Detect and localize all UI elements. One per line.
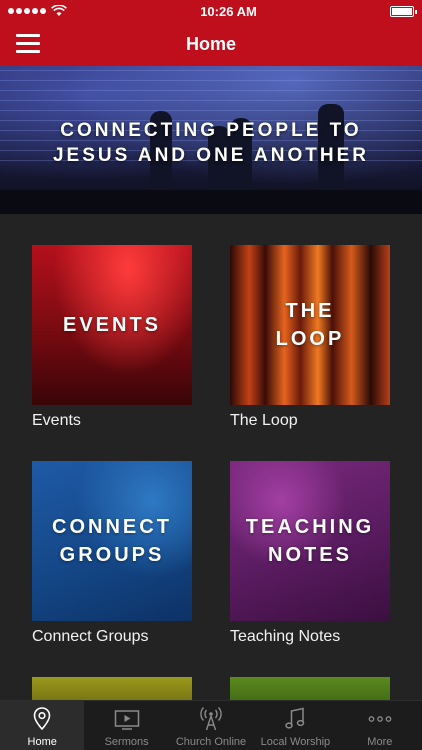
teaching-notes-tile[interactable]: TEACHING NOTES [230,461,390,621]
connect-groups-tile[interactable]: CONNECT GROUPS [32,461,192,621]
tab-church-online-label: Church Online [175,736,247,748]
navigation-bar: Home [0,22,422,66]
more-dots-icon [368,716,392,722]
hero-tagline-line-1: CONNECTING PEOPLE TO [60,120,362,141]
tab-local-worship-label: Local Worship [260,736,331,748]
tab-bar: Home Sermons Church Online Local Worship [0,700,422,750]
broadcast-tower-icon [200,707,222,731]
page-title: Home [185,33,236,54]
wifi-icon [51,5,67,16]
events-caption[interactable]: Events [32,412,81,430]
events-tile-title-line: EVENTS [62,314,162,336]
tab-more[interactable]: More [338,701,422,750]
connect-groups-tile-title-line: CONNECT [52,516,172,538]
map-pin-icon [33,707,51,731]
tab-sermons-label: Sermons [104,736,149,748]
tv-icon [114,710,139,730]
battery-icon [389,5,417,17]
tab-sermons[interactable]: Sermons [84,701,168,750]
tab-more-label: More [367,736,393,748]
the-loop-tile-title: THE LOOP [276,297,345,353]
status-bar: 10:26 AM [0,0,422,22]
hero-tagline: CONNECTING PEOPLE TO JESUS AND ONE ANOTH… [0,118,422,168]
tab-home-label: Home [27,736,57,748]
teaching-notes-tile-title-line: TEACHING [245,516,375,538]
music-note-icon [285,707,305,729]
the-loop-caption[interactable]: The Loop [230,412,298,430]
connect-groups-caption[interactable]: Connect Groups [32,628,149,646]
hero-banner[interactable]: CONNECTING PEOPLE TO JESUS AND ONE ANOTH… [0,66,422,214]
the-loop-tile-title-line: THE [285,300,335,322]
teaching-notes-tile-title: TEACHING NOTES [246,513,374,569]
connect-groups-tile-title: CONNECT GROUPS [52,513,172,569]
the-loop-tile[interactable]: THE LOOP [230,245,390,405]
teaching-notes-caption[interactable]: Teaching Notes [230,628,340,646]
signal-strength-icon [8,8,46,14]
menu-icon[interactable] [16,34,40,53]
teaching-notes-tile-title-line: NOTES [268,544,352,566]
status-time: 10:26 AM [200,3,257,19]
tab-home[interactable]: Home [0,701,85,750]
tab-church-online[interactable]: Church Online [169,701,253,750]
events-tile-title: EVENTS [63,311,161,339]
hero-tagline-line-2: JESUS AND ONE ANOTHER [52,145,369,166]
the-loop-tile-title-line: LOOP [275,328,345,350]
status-left [8,5,67,17]
tab-local-worship[interactable]: Local Worship [253,701,337,750]
connect-groups-tile-title-line: GROUPS [59,544,165,566]
stage-floor [0,190,422,214]
events-tile[interactable]: EVENTS [32,245,192,405]
